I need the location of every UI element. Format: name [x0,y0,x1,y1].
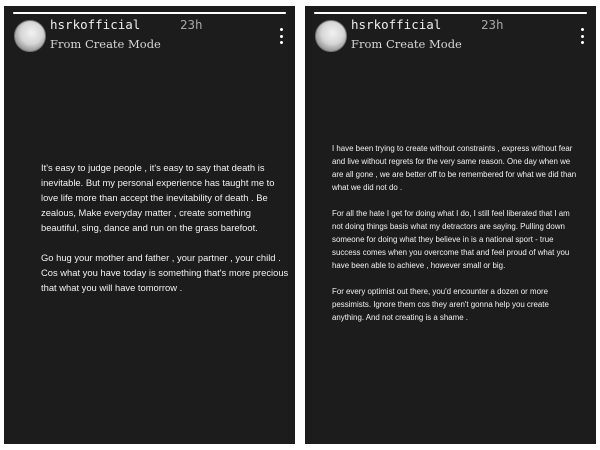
story-text: I have been trying to create without con… [332,142,580,324]
avatar[interactable] [315,20,347,52]
story-paragraph: I have been trying to create without con… [332,144,577,192]
story-paragraph: For every optimist out there, you'd enco… [332,287,549,322]
more-options-icon[interactable] [577,28,587,44]
avatar[interactable] [14,20,46,52]
story-progress-fill [314,12,587,14]
timestamp: 23h [180,17,203,32]
username[interactable]: hsrkofficial [351,17,441,32]
create-mode-label: From Create Mode [50,37,161,51]
username[interactable]: hsrkofficial [50,17,140,32]
story-panel-left[interactable]: hsrkofficial 23h From Create Mode It's e… [4,6,295,444]
story-progress-bar [314,12,587,14]
story-text: It's easy to judge people , it's easy to… [41,160,290,295]
story-progress-bar [13,12,286,14]
story-progress-fill [13,12,286,14]
more-options-icon[interactable] [276,28,286,44]
story-paragraph: For all the hate I get for doing what I … [332,209,570,270]
story-paragraph: It's easy to judge people , it's easy to… [41,162,275,233]
timestamp: 23h [481,17,504,32]
create-mode-label: From Create Mode [351,37,462,51]
story-panel-right[interactable]: hsrkofficial 23h From Create Mode I have… [305,6,596,444]
story-paragraph: Go hug your mother and father , your par… [41,252,289,293]
